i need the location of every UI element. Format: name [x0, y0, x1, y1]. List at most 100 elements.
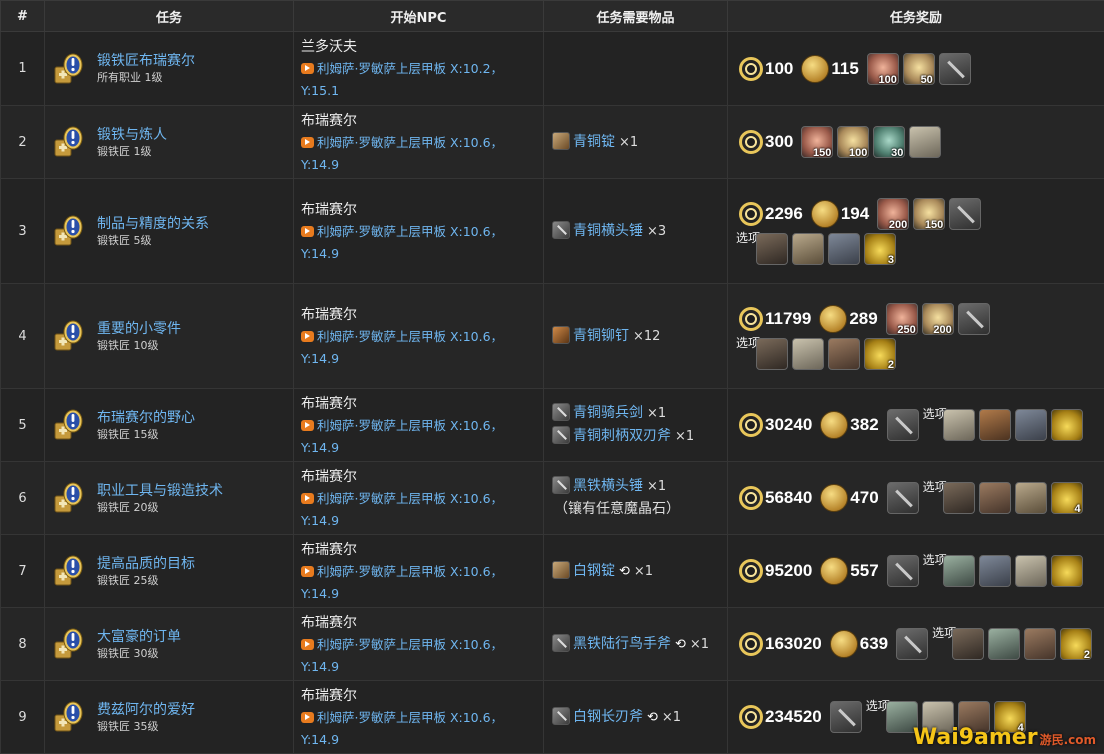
reward-fire-icon[interactable]: 100 [866, 52, 899, 86]
reward-fire-icon[interactable]: 200 [877, 198, 910, 231]
reward-tool-icon[interactable] [886, 409, 919, 441]
option-boots-icon[interactable] [1014, 409, 1047, 441]
reward-fire-icon[interactable]: 150 [801, 126, 834, 159]
rewards-cell: 300 150 100 30 [727, 105, 1104, 179]
option-boots-icon[interactable] [978, 555, 1011, 587]
map-marker-icon [301, 63, 314, 74]
option-boots-icon[interactable] [828, 233, 861, 265]
option-hat-icon[interactable] [756, 233, 789, 265]
required-item[interactable]: 青铜横头锤 ×3 [552, 220, 723, 243]
reward-tool-icon[interactable] [886, 482, 919, 514]
option-bag-icon[interactable] [1050, 555, 1083, 587]
npc-location-link[interactable]: 利姆萨·罗敏萨上层甲板 X:10.2，Y:15.1 [301, 61, 503, 98]
quest-cell: 费兹阿尔的爱好 锻铁匠 35级 [44, 680, 294, 754]
reward-tool-icon[interactable] [957, 303, 990, 335]
exp-value: 95200 [765, 561, 813, 580]
reward-light-icon[interactable]: 50 [902, 52, 935, 86]
reward-tool-icon[interactable] [886, 555, 919, 587]
required-item[interactable]: 青铜锭 ×1 [552, 131, 723, 154]
option-belt-icon[interactable] [978, 409, 1011, 441]
gil-value: 115 [831, 58, 859, 78]
option-bag-icon[interactable]: 2 [864, 338, 897, 371]
reward-fire-icon[interactable]: 250 [885, 303, 918, 336]
rewards-cell: 163020 639 选项 2 [727, 607, 1104, 681]
npc-location-text: 利姆萨·罗敏萨上层甲板 X:10.6，Y:14.9 [301, 134, 504, 172]
required-item-name[interactable]: 黑铁陆行鸟手斧 [573, 636, 671, 652]
option-glove-icon[interactable] [978, 482, 1011, 514]
npc-location-link[interactable]: 利姆萨·罗敏萨上层甲板 X:10.6，Y:14.9 [301, 637, 503, 674]
quest-name-link[interactable]: 职业工具与锻造技术 [97, 482, 293, 500]
required-item-name[interactable]: 青铜铆钉 [573, 328, 629, 344]
required-item[interactable]: 白钢长刃斧 ⟲ ×1 [552, 706, 723, 729]
npc-location-text: 利姆萨·罗敏萨上层甲板 X:10.6，Y:14.9 [301, 490, 504, 528]
required-item-name[interactable]: 青铜横头锤 [573, 223, 643, 239]
quest-name-link[interactable]: 重要的小零件 [97, 320, 293, 338]
item-ingot-icon [552, 131, 570, 150]
quest-name-link[interactable]: 锻铁与炼人 [97, 126, 293, 144]
required-item-name[interactable]: 黑铁横头锤 [573, 478, 643, 494]
option-bag-icon[interactable]: 2 [1060, 628, 1093, 661]
reward-light-icon[interactable]: 100 [837, 126, 870, 159]
quest-name-link[interactable]: 提高品质的目标 [97, 555, 293, 573]
npc-cell: 布瑞赛尔 利姆萨·罗敏萨上层甲板 X:10.6，Y:14.9 [293, 283, 544, 389]
option-glove-icon[interactable] [828, 338, 861, 370]
option-cloth-icon[interactable] [792, 338, 825, 370]
gil-value: 289 [849, 309, 878, 328]
npc-cell: 布瑞赛尔利姆萨·罗敏萨上层甲板 X:10.6，Y:14.9 [293, 178, 544, 284]
required-item-name[interactable]: 青铜刺柄双刃斧 [573, 428, 671, 444]
reward-light-icon[interactable]: 150 [913, 198, 946, 231]
row-number: 5 [0, 388, 45, 462]
reward-tool-icon[interactable] [829, 701, 862, 733]
option-band-icon[interactable] [942, 555, 975, 587]
reward-tool-icon[interactable] [938, 52, 971, 85]
required-item-name[interactable]: 青铜骑兵剑 [573, 405, 643, 421]
reward-wind-icon[interactable]: 30 [873, 126, 906, 159]
required-item-name[interactable]: 白钢长刃斧 [573, 709, 643, 725]
option-glove-icon[interactable] [1024, 628, 1057, 660]
npc-location-link[interactable]: 利姆萨·罗敏萨上层甲板 X:10.6，Y:14.9 [301, 135, 503, 172]
option-band-icon[interactable] [988, 628, 1021, 660]
exp-icon [736, 410, 766, 440]
option-pants-icon[interactable] [792, 233, 825, 265]
quest-name-link[interactable]: 锻铁匠布瑞赛尔 [97, 52, 293, 70]
option-bag-icon[interactable] [1050, 409, 1083, 441]
required-item[interactable]: 青铜骑兵剑 ×1 [552, 402, 723, 425]
quest-name-link[interactable]: 制品与精度的关系 [97, 215, 293, 233]
npc-location-link[interactable]: 利姆萨·罗敏萨上层甲板 X:10.6，Y:14.9 [301, 710, 503, 747]
option-bag-icon[interactable]: 3 [864, 233, 897, 266]
quest-name-link[interactable]: 大富豪的订单 [97, 628, 293, 646]
option-pants-icon[interactable] [1014, 482, 1047, 514]
option-bag-icon[interactable]: 4 [1050, 482, 1083, 515]
reward-cloth-icon[interactable] [909, 126, 942, 158]
reward-tool-icon[interactable] [896, 628, 929, 660]
npc-location-link[interactable]: 利姆萨·罗敏萨上层甲板 X:10.6，Y:14.9 [301, 418, 503, 455]
option-cloth-icon[interactable] [942, 409, 975, 441]
quest-name-link[interactable]: 费兹阿尔的爱好 [97, 701, 293, 719]
required-item[interactable]: 黑铁横头锤 ×1 [552, 475, 723, 498]
header-npc: 开始NPC [293, 0, 544, 32]
quest-cell: 重要的小零件 锻铁匠 10级 [44, 283, 294, 389]
required-item-name[interactable]: 青铜锭 [573, 134, 615, 150]
npc-name: 布瑞赛尔 [301, 687, 357, 704]
npc-location-link[interactable]: 利姆萨·罗敏萨上层甲板 X:10.6，Y:14.9 [301, 329, 503, 366]
npc-name: 布瑞赛尔 [301, 201, 357, 218]
required-item-qty: ×1 [675, 429, 695, 444]
option-hat-icon[interactable] [952, 628, 985, 660]
table-row: 8 大富豪的订单 锻铁匠 30级 布瑞赛尔 利姆萨·罗敏萨上层甲板 X:10.6，Y:1… [0, 607, 1104, 681]
required-item[interactable]: 黑铁陆行鸟手斧 ⟲ ×1 [552, 633, 723, 656]
reward-light-icon[interactable]: 200 [921, 303, 954, 336]
gil-value: 194 [840, 204, 870, 223]
required-item[interactable]: 青铜铆钉 ×12 [552, 325, 723, 348]
option-cloth-icon[interactable] [1014, 555, 1047, 587]
npc-location-link[interactable]: 利姆萨·罗敏萨上层甲板 X:10.6，Y:14.9 [301, 224, 503, 261]
option-hat-icon[interactable] [756, 338, 789, 370]
option-hat-icon[interactable] [942, 482, 975, 514]
required-item[interactable]: 青铜刺柄双刃斧 ×1 [552, 425, 723, 448]
npc-location-link[interactable]: 利姆萨·罗敏萨上层甲板 X:10.6，Y:14.9 [301, 564, 503, 601]
npc-location-link[interactable]: 利姆萨·罗敏萨上层甲板 X:10.6，Y:14.9 [301, 491, 503, 528]
exp-icon [736, 702, 766, 732]
required-item[interactable]: 白钢锭 ⟲ ×1 [552, 560, 723, 583]
reward-tool-icon[interactable] [949, 198, 982, 230]
quest-name-link[interactable]: 布瑞赛尔的野心 [97, 409, 293, 427]
required-item-name[interactable]: 白钢锭 [573, 563, 615, 579]
